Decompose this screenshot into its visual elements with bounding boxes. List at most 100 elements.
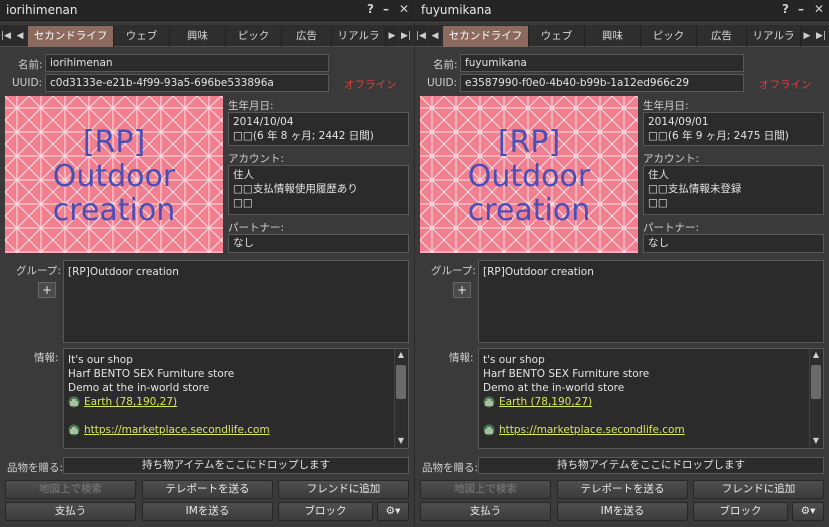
- groups-label: グループ:: [431, 265, 476, 277]
- teleport-button[interactable]: テレポートを送る: [142, 480, 273, 499]
- slurl-link[interactable]: Earth (78,190,27): [499, 395, 592, 409]
- uuid-field[interactable]: e3587990-f0e0-4b40-b99b-1a12ed966c29: [460, 74, 744, 92]
- info-line-3: Demo at the in-world store: [68, 382, 210, 394]
- account-field[interactable]: 住人 □□支払情報使用履歴あり □□: [228, 165, 409, 215]
- tab-secondlife[interactable]: セカンドライフ: [28, 26, 114, 47]
- add-group-button[interactable]: +: [453, 282, 471, 298]
- scroll-up-icon[interactable]: ▲: [395, 349, 407, 361]
- tab-real-life[interactable]: リアルラ: [747, 26, 801, 47]
- info-scrollbar[interactable]: ▲ ▼: [394, 349, 407, 448]
- partner-field[interactable]: なし: [643, 234, 824, 253]
- landmark-hand-icon: [68, 424, 80, 436]
- tab-real-life[interactable]: リアルラ: [332, 26, 386, 47]
- info-line-2: Harf BENTO SEX Furniture store: [68, 368, 235, 380]
- profile-image[interactable]: [RP] Outdoor creation: [5, 96, 223, 253]
- minimize-icon[interactable]: –: [383, 2, 389, 16]
- scroll-up-icon[interactable]: ▲: [810, 349, 822, 361]
- uuid-field[interactable]: c0d3133e-e21b-4f99-93a5-696be533896a: [45, 74, 329, 92]
- account-label: アカウント:: [228, 153, 285, 165]
- help-icon[interactable]: ?: [367, 2, 374, 16]
- help-icon[interactable]: ?: [782, 2, 789, 16]
- tab-scroll-left-icon[interactable]: ◀: [14, 26, 26, 46]
- scroll-down-icon[interactable]: ▼: [395, 435, 407, 447]
- map-search-button[interactable]: 地図上で検索: [420, 480, 551, 499]
- tab-scroll-last-icon[interactable]: ▶|: [400, 26, 412, 46]
- account-field[interactable]: 住人 □□支払情報未登録 □□: [643, 165, 824, 215]
- slurl-link[interactable]: Earth (78,190,27): [84, 395, 177, 409]
- partner-field[interactable]: なし: [228, 234, 409, 253]
- info-label: 情報:: [449, 352, 474, 364]
- map-search-button[interactable]: 地図上で検索: [5, 480, 136, 499]
- name-label: 名前:: [18, 59, 43, 71]
- profile-image[interactable]: [RP] Outdoor creation: [420, 96, 638, 253]
- give-item-dropzone[interactable]: 持ち物アイテムをここにドロップします: [478, 457, 824, 474]
- add-friend-button[interactable]: フレンドに追加: [278, 480, 409, 499]
- window-titlebar[interactable]: fuyumikana ? – ✕: [415, 0, 829, 21]
- gear-icon[interactable]: ⚙▾: [377, 502, 409, 521]
- gear-icon[interactable]: ⚙▾: [792, 502, 824, 521]
- tab-classifieds[interactable]: 広告: [282, 26, 332, 47]
- pay-button[interactable]: 支払う: [420, 502, 551, 521]
- info-link-row-1: Earth (78,190,27): [483, 395, 819, 409]
- image-text-line2: Outdoor: [468, 159, 591, 194]
- tab-secondlife[interactable]: セカンドライフ: [443, 26, 529, 47]
- name-label: 名前:: [433, 59, 458, 71]
- account-type: 住人: [648, 169, 669, 181]
- marketplace-link[interactable]: https://marketplace.secondlife.com: [84, 423, 270, 437]
- info-label: 情報:: [34, 352, 59, 364]
- marketplace-link[interactable]: https://marketplace.secondlife.com: [499, 423, 685, 437]
- birth-label: 生年月日:: [643, 100, 689, 112]
- group-item[interactable]: [RP]Outdoor creation: [68, 265, 404, 279]
- give-item-label: 品物を贈る:: [422, 462, 479, 474]
- scroll-down-icon[interactable]: ▼: [810, 435, 822, 447]
- group-item[interactable]: [RP]Outdoor creation: [483, 265, 819, 279]
- close-icon[interactable]: ✕: [814, 2, 824, 16]
- info-line-1: t's our shop: [483, 354, 545, 366]
- info-link-row-2: https://marketplace.secondlife.com: [68, 423, 404, 437]
- pay-button[interactable]: 支払う: [5, 502, 136, 521]
- info-text[interactable]: t's our shop Harf BENTO SEX Furniture st…: [478, 348, 824, 449]
- uuid-label: UUID:: [12, 77, 43, 89]
- tab-web[interactable]: ウェブ: [529, 26, 585, 47]
- scroll-thumb[interactable]: [396, 365, 406, 399]
- give-item-dropzone[interactable]: 持ち物アイテムをここにドロップします: [63, 457, 409, 474]
- tab-scroll-last-icon[interactable]: ▶|: [815, 26, 827, 46]
- block-button[interactable]: ブロック: [693, 502, 788, 521]
- name-field[interactable]: fuyumikana: [460, 54, 744, 72]
- info-line-2: Harf BENTO SEX Furniture store: [483, 368, 650, 380]
- add-group-button[interactable]: +: [38, 282, 56, 298]
- groups-list[interactable]: [RP]Outdoor creation: [63, 260, 409, 343]
- block-button[interactable]: ブロック: [278, 502, 373, 521]
- profile-window-2: fuyumikana ? – ✕ |◀ ◀ セカンドライフ ウェブ 興味 ピック…: [415, 0, 829, 527]
- info-scrollbar[interactable]: ▲ ▼: [809, 349, 822, 448]
- birth-date: 2014/10/04: [233, 116, 294, 128]
- im-button[interactable]: IMを送る: [142, 502, 273, 521]
- name-field[interactable]: iorihimenan: [45, 54, 329, 72]
- tab-interests[interactable]: 興味: [585, 26, 641, 47]
- minimize-icon[interactable]: –: [798, 2, 804, 16]
- account-payment: □□支払情報未登録: [648, 183, 742, 195]
- tab-classifieds[interactable]: 広告: [697, 26, 747, 47]
- info-link-row-1: Earth (78,190,27): [68, 395, 404, 409]
- window-titlebar[interactable]: iorihimenan ? – ✕: [0, 0, 414, 21]
- tab-scroll-first-icon[interactable]: |◀: [415, 26, 427, 46]
- tab-web[interactable]: ウェブ: [114, 26, 170, 47]
- tab-picks[interactable]: ピック: [226, 26, 282, 47]
- tab-interests[interactable]: 興味: [170, 26, 226, 47]
- account-extra: □□: [648, 197, 668, 209]
- profile-tabs: |◀ ◀ セカンドライフ ウェブ 興味 ピック 広告 リアルラ ▶ ▶|: [415, 25, 829, 47]
- teleport-button[interactable]: テレポートを送る: [557, 480, 688, 499]
- tab-scroll-left-icon[interactable]: ◀: [429, 26, 441, 46]
- tab-scroll-first-icon[interactable]: |◀: [0, 26, 12, 46]
- tab-scroll-right-icon[interactable]: ▶: [801, 26, 813, 46]
- birth-field[interactable]: 2014/09/01 □□(6 年 9 ヶ月; 2475 日間): [643, 112, 824, 146]
- close-icon[interactable]: ✕: [399, 2, 409, 16]
- groups-list[interactable]: [RP]Outdoor creation: [478, 260, 824, 343]
- scroll-thumb[interactable]: [811, 365, 821, 399]
- info-text[interactable]: It's our shop Harf BENTO SEX Furniture s…: [63, 348, 409, 449]
- im-button[interactable]: IMを送る: [557, 502, 688, 521]
- birth-field[interactable]: 2014/10/04 □□(6 年 8 ヶ月; 2442 日間): [228, 112, 409, 146]
- tab-scroll-right-icon[interactable]: ▶: [386, 26, 398, 46]
- add-friend-button[interactable]: フレンドに追加: [693, 480, 824, 499]
- tab-picks[interactable]: ピック: [641, 26, 697, 47]
